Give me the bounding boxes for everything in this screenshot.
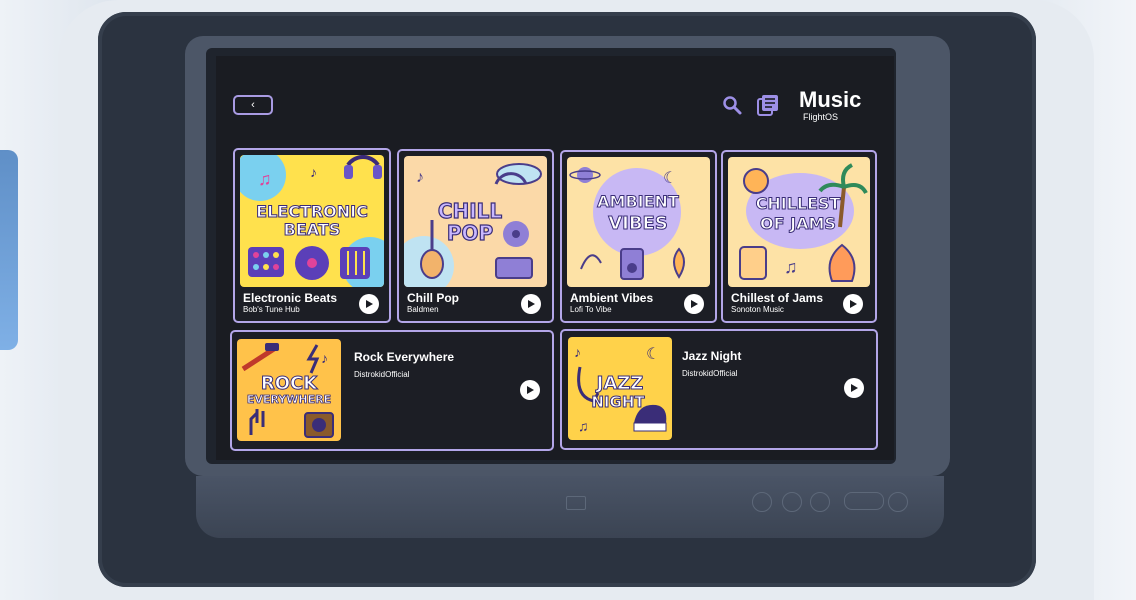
art-text: NIGHT	[591, 393, 645, 411]
art-text: VIBES	[608, 213, 668, 234]
art-text: BEATS	[284, 220, 341, 239]
usb-port	[566, 496, 586, 510]
art-text: AMBIENT	[597, 192, 679, 211]
album-artist: DistrokidOfficial	[354, 370, 410, 379]
svg-text:♪: ♪	[416, 169, 424, 186]
album-card-ambient-vibes[interactable]: ☾ AMBIENT VIBES Ambient Vibes Lofi To Vi…	[560, 150, 717, 323]
hardware-button[interactable]	[810, 492, 830, 512]
svg-text:♫: ♫	[258, 169, 272, 189]
play-icon	[850, 300, 857, 308]
search-button[interactable]	[721, 94, 743, 116]
album-art-ambient-vibes: ☾ AMBIENT VIBES	[567, 157, 710, 287]
control-panel	[196, 476, 944, 538]
album-card-jazz-night[interactable]: ♪ ☾ JAZZ NIGHT ♫ Jazz Night DistrokidOff…	[560, 329, 878, 450]
search-icon	[723, 96, 742, 115]
art-text: OF JAMS	[760, 214, 836, 233]
play-button[interactable]	[844, 378, 864, 398]
play-button[interactable]	[520, 380, 540, 400]
hardware-button[interactable]	[752, 492, 772, 512]
album-art-rock-everywhere: ♪ ROCK EVERYWHERE	[237, 339, 341, 441]
album-artist: DistrokidOfficial	[682, 369, 738, 378]
library-icon	[757, 95, 778, 116]
play-button[interactable]	[521, 294, 541, 314]
album-title: Chill Pop	[407, 291, 459, 305]
album-artist: Lofi To Vibe	[570, 305, 612, 314]
app-subtitle: FlightOS	[803, 112, 839, 122]
hardware-button[interactable]	[888, 492, 908, 512]
app-brand: Music FlightOS	[799, 87, 879, 123]
play-button[interactable]	[684, 294, 704, 314]
album-title: Jazz Night	[682, 349, 742, 363]
art-text: ROCK	[261, 373, 318, 394]
album-art-jazz-night: ♪ ☾ JAZZ NIGHT ♫	[568, 337, 672, 440]
art-text: JAZZ	[595, 373, 644, 394]
play-button[interactable]	[359, 294, 379, 314]
album-title: Ambient Vibes	[570, 291, 654, 305]
play-icon	[851, 384, 858, 392]
album-card-chill-pop[interactable]: ♪ CHILL POP Chill Pop Baldmen	[397, 149, 554, 323]
play-icon	[527, 386, 534, 394]
album-art-electronic-beats: ♫ ♪ ELECTRONIC BEATS	[240, 155, 384, 287]
album-artist: Baldmen	[407, 305, 439, 314]
album-card-rock-everywhere[interactable]: ♪ ROCK EVERYWHERE Rock Everywhere Distro…	[230, 330, 554, 451]
album-card-chillest-of-jams[interactable]: CHILLEST OF JAMS ♫ Chillest of Jams Sono…	[721, 150, 877, 323]
cabin-window	[0, 150, 18, 350]
album-art-chillest-of-jams: CHILLEST OF JAMS ♫	[728, 157, 870, 287]
album-art-chill-pop: ♪ CHILL POP	[404, 156, 547, 287]
chevron-left-icon: ‹	[251, 98, 255, 111]
svg-text:♪: ♪	[321, 350, 328, 366]
art-text: ELECTRONIC	[256, 202, 368, 221]
play-icon	[691, 300, 698, 308]
art-text: EVERYWHERE	[247, 393, 331, 406]
svg-text:♫: ♫	[784, 257, 798, 277]
hardware-button[interactable]	[844, 492, 884, 510]
album-artist: Bob's Tune Hub	[243, 305, 300, 314]
app-title: Music	[799, 87, 862, 112]
play-icon	[366, 300, 373, 308]
music-app-screen: ‹ Music FlightOS ♫ ♪ ELECTRONIC BEATS El…	[216, 56, 894, 460]
album-artist: Sonoton Music	[731, 305, 784, 314]
album-title: Electronic Beats	[243, 291, 338, 305]
play-button[interactable]	[843, 294, 863, 314]
svg-text:☾: ☾	[663, 170, 677, 187]
back-button[interactable]: ‹	[233, 95, 273, 115]
svg-text:♪: ♪	[310, 164, 317, 180]
play-icon	[528, 300, 535, 308]
svg-text:☾: ☾	[646, 346, 660, 363]
art-text: POP	[447, 221, 493, 245]
art-text: CHILL	[438, 199, 503, 223]
svg-text:♫: ♫	[578, 418, 589, 434]
album-title: Chillest of Jams	[731, 291, 824, 305]
album-card-electronic-beats[interactable]: ♫ ♪ ELECTRONIC BEATS Electronic Beats Bo…	[233, 148, 391, 323]
art-text: CHILLEST	[756, 194, 841, 213]
hardware-button[interactable]	[782, 492, 802, 512]
library-button[interactable]	[756, 93, 780, 117]
svg-text:♪: ♪	[574, 344, 581, 360]
album-title: Rock Everywhere	[354, 350, 455, 364]
